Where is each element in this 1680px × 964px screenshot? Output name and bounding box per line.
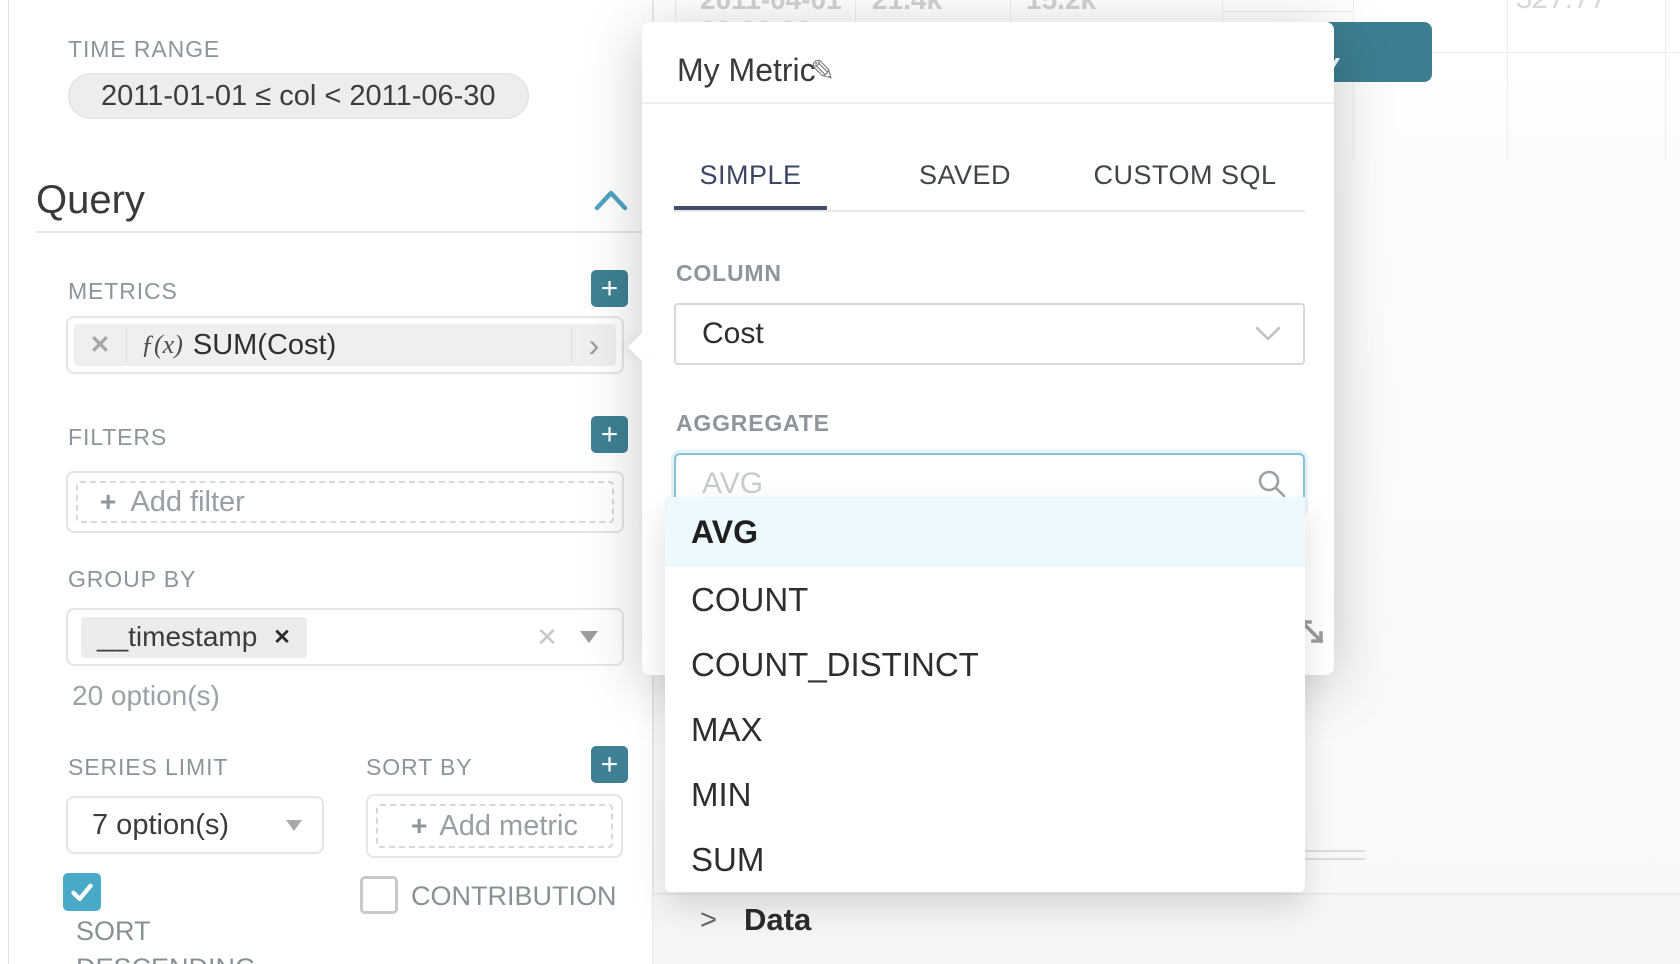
table-gridline <box>1665 0 1666 160</box>
popover-arrow <box>628 333 656 361</box>
data-panel-title[interactable]: Data <box>744 902 811 938</box>
add-metric-plus-button[interactable]: + <box>591 270 628 307</box>
select-clear-icon[interactable]: ✕ <box>536 622 558 653</box>
metric-remove-icon[interactable]: ✕ <box>74 330 126 360</box>
table-cell-value1: 21.4k <box>872 0 942 16</box>
group-by-label: GROUP BY <box>68 566 196 593</box>
group-by-tag-value: __timestamp <box>97 621 257 653</box>
tab-simple[interactable]: SIMPLE <box>674 160 827 191</box>
query-section-title: Query <box>36 178 145 223</box>
plus-icon: + <box>100 486 116 518</box>
time-range-label: TIME RANGE <box>68 36 220 63</box>
metric-container: ✕ ƒ(x) SUM(Cost) › <box>66 316 624 374</box>
group-by-tag: __timestamp ✕ <box>81 617 307 658</box>
contribution-checkbox-row[interactable]: CONTRIBUTION <box>360 876 640 915</box>
table-cell-value2: 15.2k <box>1026 0 1096 16</box>
popover-header-divider <box>642 102 1334 104</box>
sort-by-label: SORT BY <box>366 754 472 781</box>
add-sort-metric-button[interactable]: + Add metric <box>376 804 613 848</box>
table-gridline <box>855 0 856 22</box>
checkbox-checked-icon[interactable] <box>63 873 101 911</box>
panel-left-border <box>8 0 9 964</box>
add-sort-metric-label: Add metric <box>439 810 578 843</box>
select-caret-down-icon[interactable] <box>580 631 598 643</box>
query-collapse-chevron-up-icon[interactable] <box>594 188 628 212</box>
filters-container: + Add filter <box>66 471 624 533</box>
series-limit-select[interactable]: 7 option(s) <box>66 796 324 854</box>
data-panel-expand-chevron-icon[interactable]: > <box>700 904 717 937</box>
plus-icon: + <box>411 810 427 842</box>
option-count-distinct[interactable]: COUNT_DISTINCT <box>665 632 1305 697</box>
option-count[interactable]: COUNT <box>665 567 1305 632</box>
add-filter-label: Add filter <box>130 486 244 519</box>
metric-name: SUM(Cost) <box>193 329 336 362</box>
option-sum[interactable]: SUM <box>665 827 1305 892</box>
tab-custom-sql[interactable]: CUSTOM SQL <box>1080 160 1290 191</box>
tab-saved[interactable]: SAVED <box>900 160 1030 191</box>
add-sort-plus-button[interactable]: + <box>591 746 628 783</box>
divider-line <box>1303 850 1365 852</box>
table-gridline <box>675 0 676 22</box>
column-label: COLUMN <box>676 260 782 287</box>
select-caret-down-icon <box>286 820 302 831</box>
contribution-label: CONTRIBUTION <box>411 876 617 915</box>
time-range-value: 2011-01-01 ≤ col < 2011-06-30 <box>101 80 496 113</box>
sort-descending-checkbox-row[interactable]: SORT DESCENDING <box>63 873 325 964</box>
tabs-divider <box>674 210 1305 212</box>
group-by-select[interactable]: __timestamp ✕ ✕ <box>66 608 624 666</box>
explore-page: 2011-04-01 00:00:00 21.4k 15.2k 327.77 R… <box>0 0 1680 964</box>
function-icon: ƒ(x) <box>141 330 183 360</box>
query-section-divider <box>36 231 652 233</box>
option-max[interactable]: MAX <box>665 697 1305 762</box>
add-filter-plus-button[interactable]: + <box>591 416 628 453</box>
group-by-options-count: 20 option(s) <box>72 680 220 712</box>
table-gridline <box>1507 0 1508 160</box>
column-select-value: Cost <box>702 317 764 351</box>
filters-label: FILTERS <box>68 424 167 451</box>
tag-remove-icon[interactable]: ✕ <box>273 625 291 650</box>
table-gridline <box>1222 11 1353 12</box>
aggregate-options-dropdown: AVG COUNT COUNT_DISTINCT MAX MIN SUM <box>665 497 1305 892</box>
table-gridline <box>1010 0 1011 22</box>
pill-separator <box>126 328 127 362</box>
option-min[interactable]: MIN <box>665 762 1305 827</box>
sort-by-container: + Add metric <box>366 794 623 858</box>
search-icon <box>1257 469 1287 499</box>
time-range-pill[interactable]: 2011-01-01 ≤ col < 2011-06-30 <box>68 73 529 119</box>
checkbox-unchecked-icon[interactable] <box>360 876 398 914</box>
edit-title-pencil-icon[interactable]: ✎ <box>810 54 835 89</box>
metric-pill[interactable]: ✕ ƒ(x) SUM(Cost) › <box>74 324 616 366</box>
option-avg[interactable]: AVG <box>665 497 1305 567</box>
series-limit-value: 7 option(s) <box>92 809 229 842</box>
table-cell-timestamp: 2011-04-01 <box>700 0 842 16</box>
aggregate-label: AGGREGATE <box>676 410 830 437</box>
popover-title: My Metric <box>677 52 816 89</box>
column-select[interactable]: Cost <box>674 303 1305 365</box>
sort-descending-label: SORT DESCENDING <box>76 911 325 964</box>
divider-line <box>1303 858 1365 860</box>
select-chevron-down-icon <box>1255 326 1281 342</box>
metric-expand-chevron-icon[interactable]: › <box>572 329 616 361</box>
add-filter-button[interactable]: + Add filter <box>76 481 614 523</box>
metrics-label: METRICS <box>68 278 178 305</box>
table-cell-value3: 327.77 <box>1516 0 1608 16</box>
series-limit-label: SERIES LIMIT <box>68 754 228 781</box>
